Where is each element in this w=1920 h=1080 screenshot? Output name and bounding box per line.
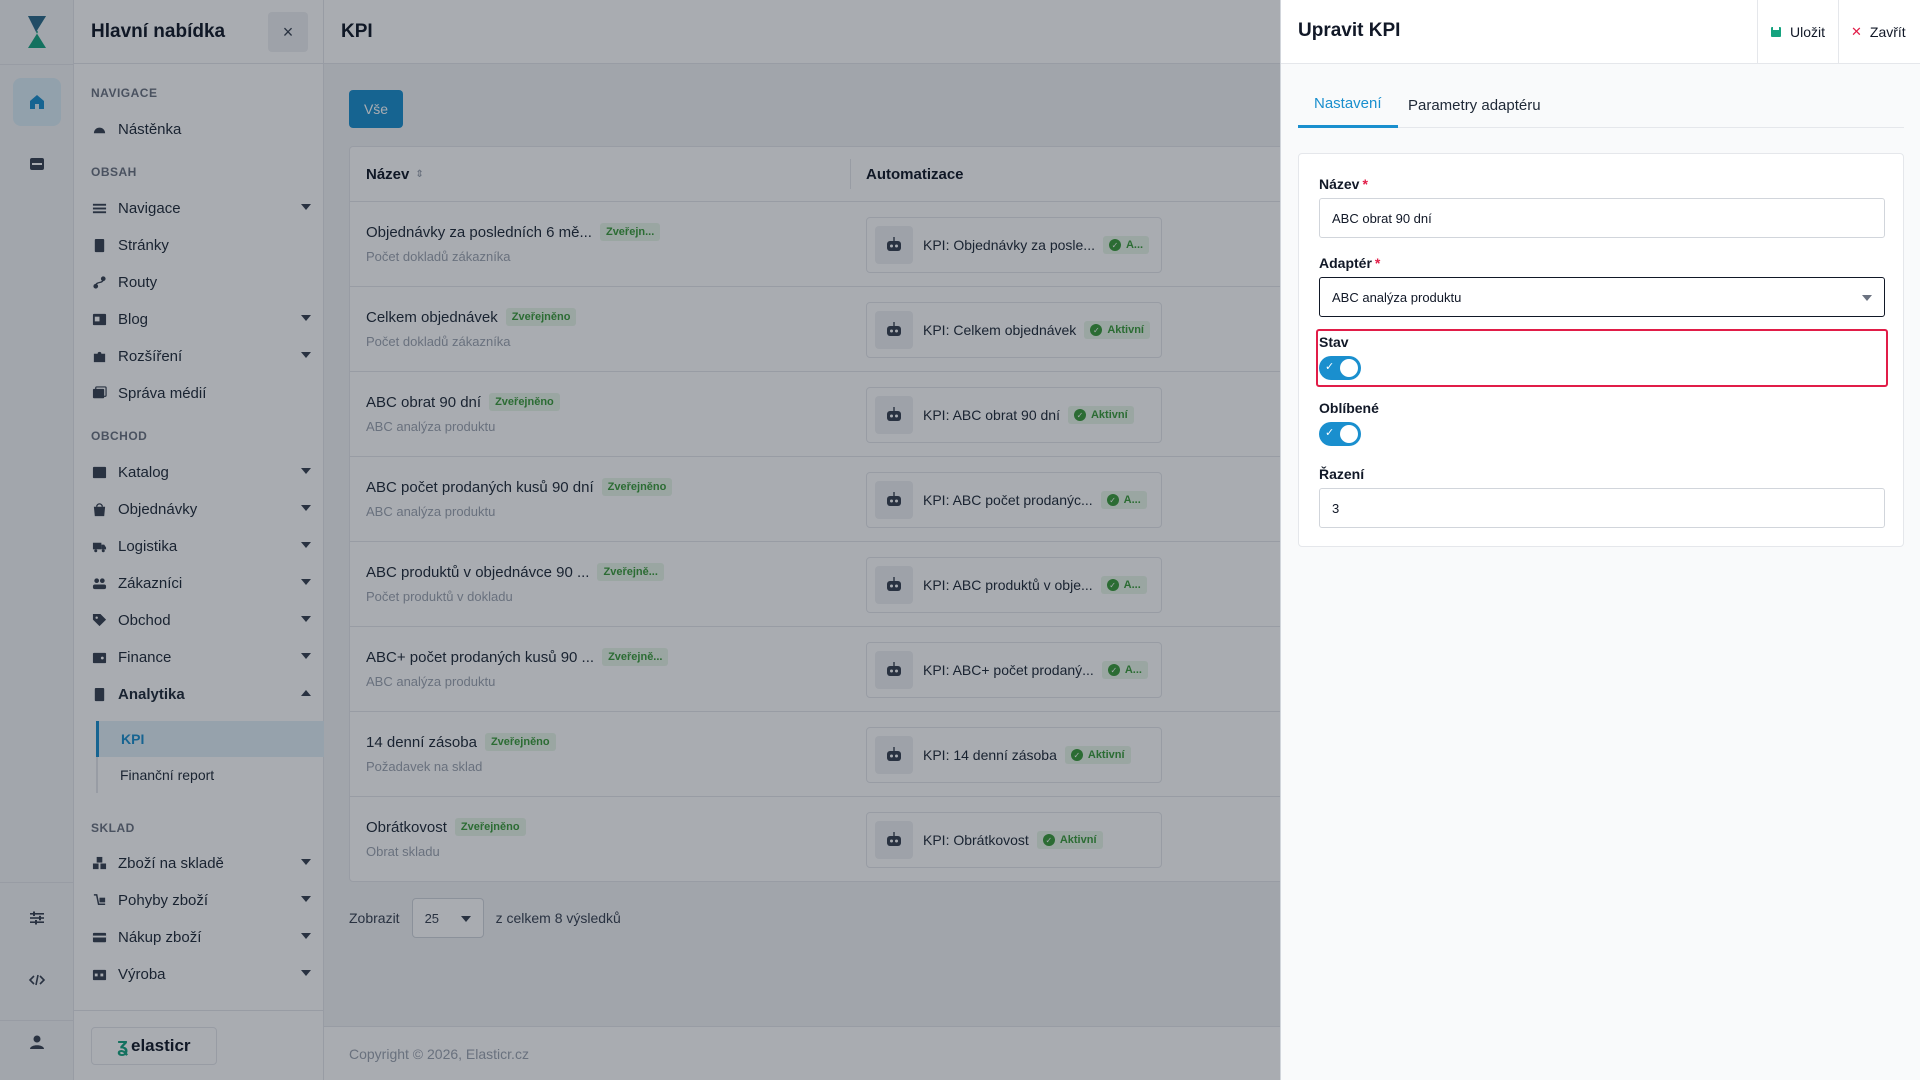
name-label: Název * — [1319, 176, 1368, 192]
adapter-select[interactable]: ABC analýza produktu — [1319, 277, 1885, 317]
drawer-header: Upravit KPI Uložit ✕ Zavřít — [1281, 0, 1920, 64]
status-field-highlight — [1316, 329, 1888, 387]
required-mark: * — [1362, 176, 1368, 192]
edit-kpi-drawer: Upravit KPI Uložit ✕ Zavřít Nastavení Pa… — [1280, 0, 1920, 1080]
tab-parametry-adapteru[interactable]: Parametry adaptéru — [1408, 82, 1541, 128]
toggle-knob — [1340, 425, 1358, 443]
chevron-down-icon — [1862, 295, 1872, 301]
adapter-label: Adaptér * — [1319, 255, 1381, 271]
drawer-tabs: Nastavení Parametry adaptéru — [1298, 82, 1904, 128]
toggle-knob — [1340, 359, 1358, 377]
name-input-value: ABC obrat 90 dní — [1332, 210, 1432, 226]
modal-backdrop[interactable] — [0, 0, 1280, 1080]
save-button[interactable]: Uložit — [1757, 0, 1837, 64]
close-button[interactable]: ✕ Zavřít — [1838, 0, 1918, 64]
adapter-select-value: ABC analýza produktu — [1332, 289, 1462, 305]
status-label: Stav — [1319, 334, 1349, 350]
kpi-form: Název * ABC obrat 90 dní Adaptér * ABC ana… — [1298, 153, 1904, 547]
status-toggle[interactable]: ✓ — [1319, 356, 1361, 380]
name-input[interactable]: ABC obrat 90 dní — [1319, 198, 1885, 238]
close-label: Zavřít — [1869, 24, 1906, 40]
tab-nastaveni[interactable]: Nastavení — [1298, 82, 1398, 128]
order-label: Řazení — [1319, 466, 1365, 482]
check-icon: ✓ — [1325, 361, 1335, 373]
favorite-label: Oblíbené — [1319, 400, 1379, 416]
required-mark: * — [1374, 255, 1381, 271]
favorite-toggle[interactable]: ✓ — [1319, 422, 1361, 446]
save-icon — [1770, 26, 1782, 38]
check-icon: ✓ — [1325, 427, 1335, 439]
order-input-value: 3 — [1332, 500, 1340, 516]
close-icon: ✕ — [1851, 24, 1862, 39]
save-label: Uložit — [1790, 24, 1826, 40]
order-input[interactable]: 3 — [1319, 488, 1885, 528]
drawer-title: Upravit KPI — [1298, 20, 1401, 41]
